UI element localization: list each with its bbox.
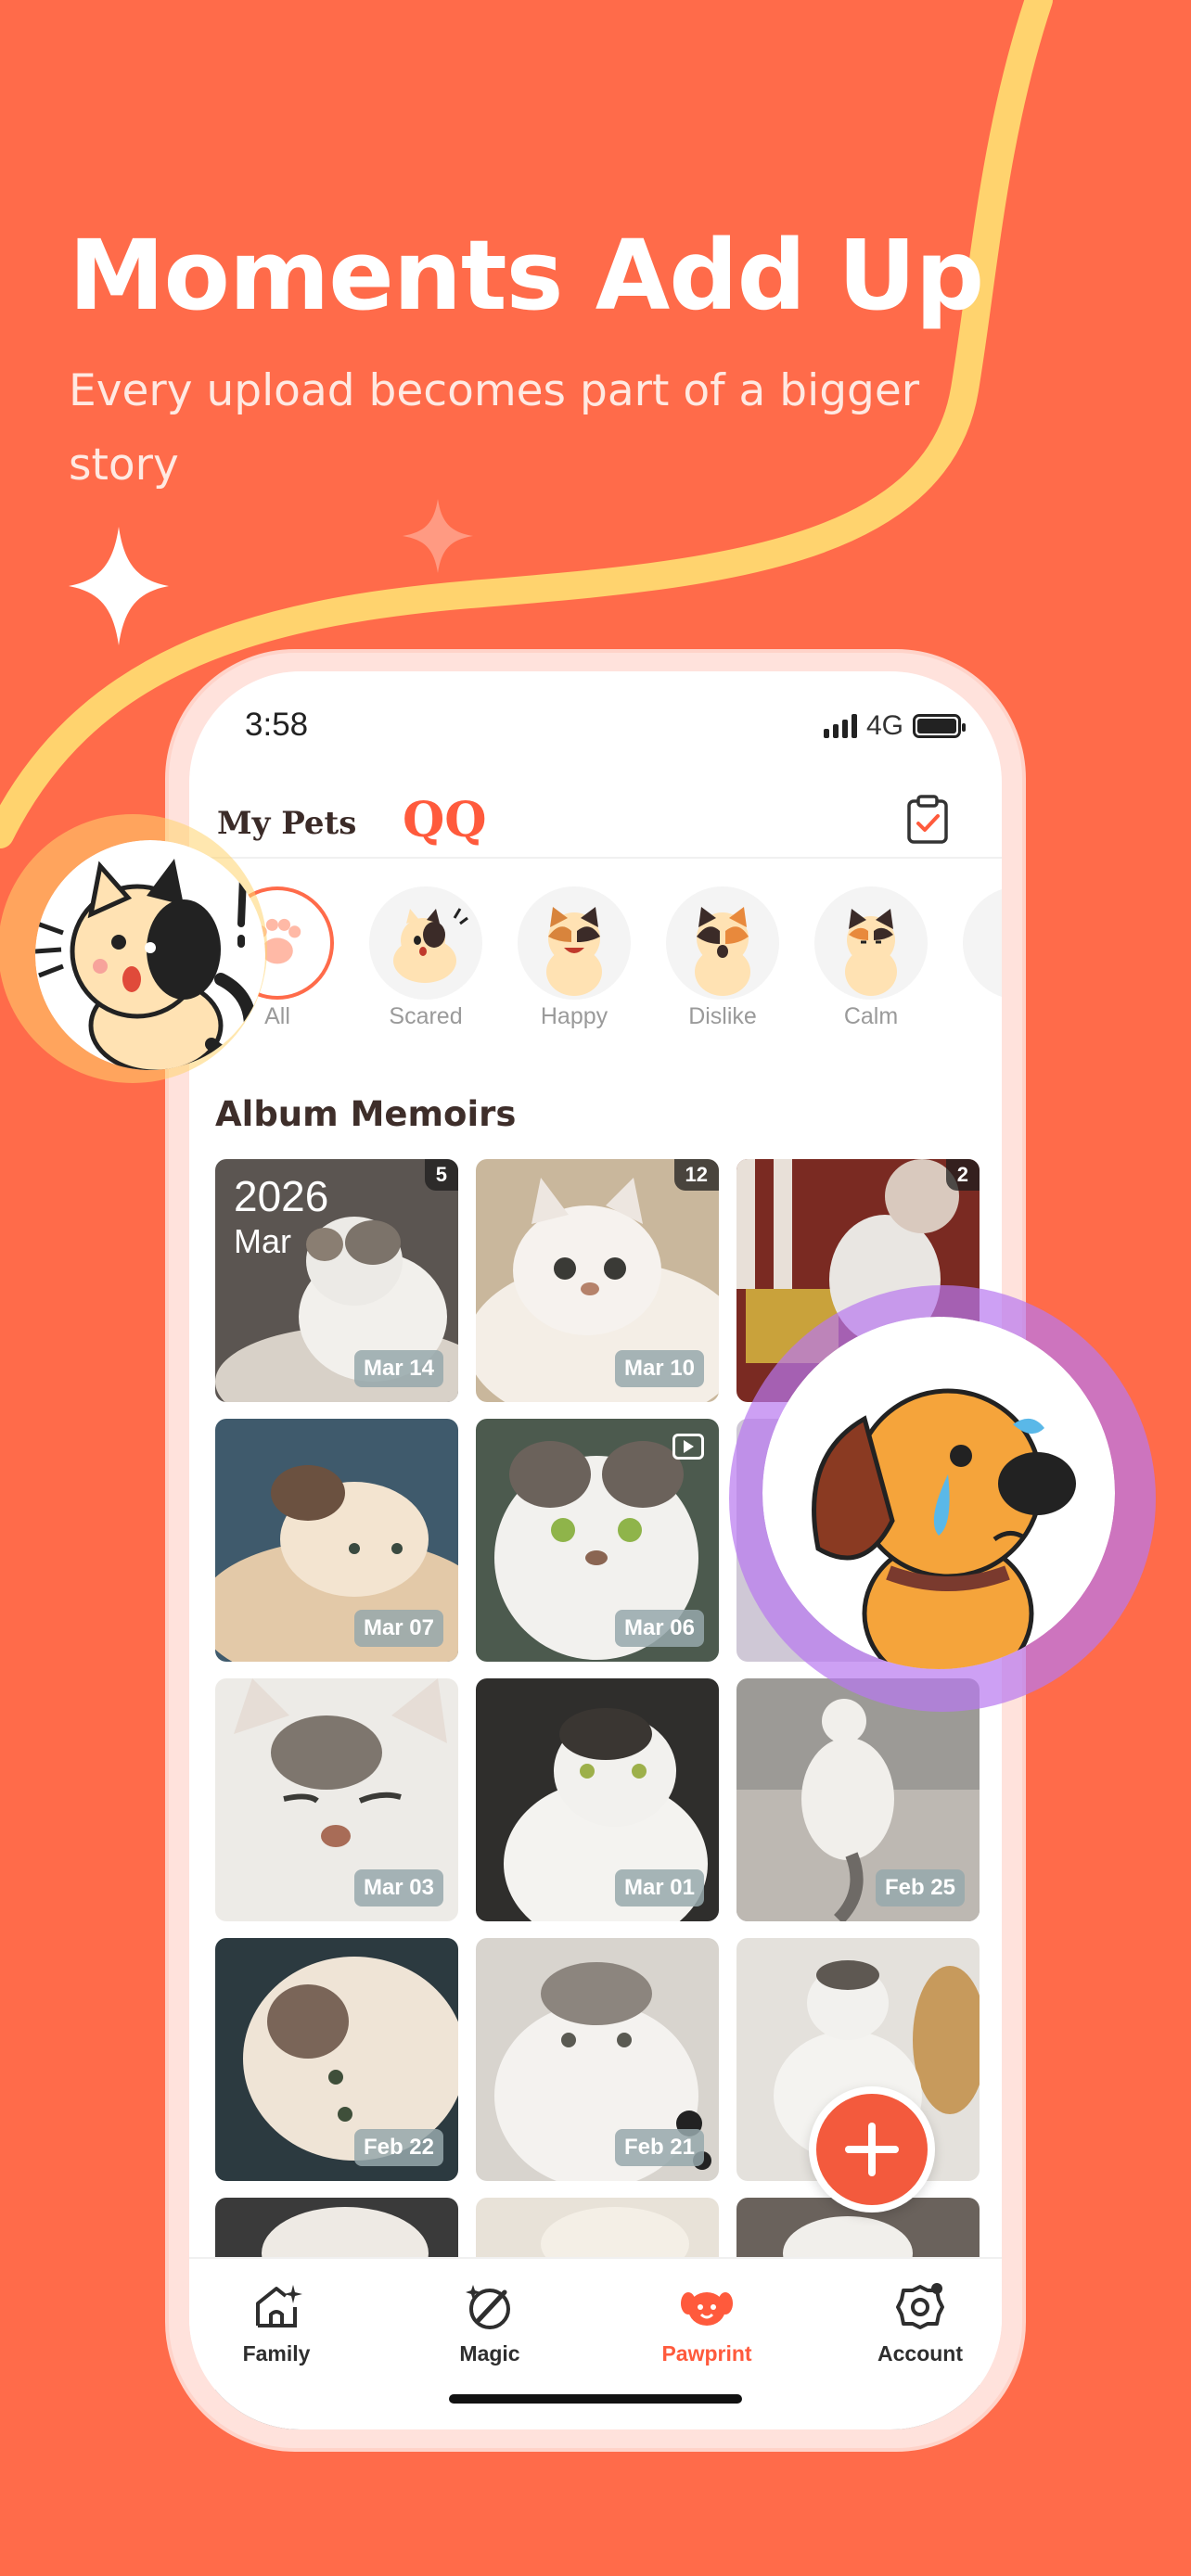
mood-avatar (814, 886, 928, 1000)
tab-label: Account (877, 2341, 963, 2366)
album-month: Mar (234, 1222, 291, 1260)
home-sparkle-icon (256, 2285, 302, 2327)
mood-filter-row: All Scared Happy Dislike Calm (189, 886, 1002, 1044)
tab-pawprint[interactable]: Pawprint (633, 2279, 781, 2366)
mood-filter-more[interactable] (959, 886, 1002, 1000)
mood-avatar (963, 886, 1002, 1000)
tab-bar: Family Magic Pawprint Account (189, 2257, 1002, 2429)
date-badge: Feb 21 (614, 2129, 704, 2166)
pets-header: My Pets QQ (217, 792, 974, 857)
tab-label: Magic (459, 2341, 520, 2366)
album-year: 2026 (234, 1172, 329, 1220)
mood-avatar (369, 886, 482, 1000)
tab-family[interactable]: Family (202, 2279, 351, 2366)
date-badge: Feb 25 (875, 1869, 965, 1906)
album-tile[interactable]: Mar 03 (215, 1678, 458, 1921)
header-divider (189, 857, 1002, 859)
calm-cat-icon (845, 909, 897, 996)
hero-subtitle: Every upload becomes part of a bigger st… (69, 365, 920, 491)
date-badge: Feb 22 (353, 2129, 443, 2166)
signal-icon (823, 714, 857, 738)
video-icon (672, 1434, 704, 1460)
status-indicators: 4G (823, 710, 966, 742)
album-tile[interactable]: Mar 06 (476, 1419, 719, 1662)
magic-wand-icon (466, 2285, 510, 2329)
status-time: 3:58 (245, 707, 309, 743)
date-badge: Mar 07 (353, 1610, 443, 1647)
date-badge: Mar 14 (353, 1350, 443, 1387)
happy-cat-icon (546, 907, 602, 996)
dislike-cat-icon (695, 907, 750, 996)
mood-filter-calm[interactable]: Calm (811, 886, 931, 1030)
clipboard-check-icon[interactable] (905, 794, 950, 846)
photo-count-badge: 12 (673, 1159, 719, 1191)
hero-title: Moments Add Up (69, 219, 984, 332)
my-pets-label: My Pets (217, 805, 357, 842)
battery-icon (913, 714, 966, 738)
pet-name-selector[interactable]: QQ (403, 792, 487, 848)
album-tile[interactable]: Feb 21 (476, 1938, 719, 2181)
tab-label: Family (242, 2341, 311, 2366)
account-gear-icon (896, 2283, 944, 2329)
mood-label: Calm (843, 1003, 899, 1029)
date-badge: Mar 01 (614, 1869, 704, 1906)
scared-cat-sticker (35, 840, 265, 1070)
album-tile[interactable]: Feb 22 (215, 1938, 458, 2181)
photo-count-badge: 5 (424, 1159, 458, 1191)
date-badge: Mar 06 (614, 1610, 704, 1647)
home-indicator (449, 2394, 742, 2404)
album-tile[interactable]: Feb 25 (736, 1678, 980, 1921)
crying-dog-sticker (762, 1317, 1115, 1669)
mood-filter-happy[interactable]: Happy (514, 886, 634, 1030)
tab-label: Pawprint (661, 2341, 752, 2366)
mood-filter-dislike[interactable]: Dislike (662, 886, 783, 1030)
album-tile[interactable]: Mar 01 (476, 1678, 719, 1921)
mood-label: Happy (540, 1003, 608, 1029)
sparkle-small-icon (403, 499, 473, 573)
mood-label: Dislike (688, 1003, 757, 1029)
album-tile[interactable]: 2026 Mar 5 Mar 14 (215, 1159, 458, 1402)
add-photo-button[interactable] (809, 2086, 935, 2213)
date-badge: Mar 03 (353, 1869, 443, 1906)
mood-avatar (518, 886, 631, 1000)
date-badge: Mar 10 (614, 1350, 704, 1387)
album-title: Album Memoirs (215, 1094, 517, 1134)
album-tile[interactable]: Mar 07 (215, 1419, 458, 1662)
tab-account[interactable]: Account (846, 2279, 994, 2366)
tab-magic[interactable]: Magic (416, 2279, 564, 2366)
sparkle-large-icon (69, 527, 169, 645)
mood-avatar (666, 886, 779, 1000)
scared-cat-icon (393, 908, 468, 983)
network-label: 4G (865, 710, 903, 741)
photo-count-badge: 2 (945, 1159, 980, 1191)
mood-label: Scared (389, 1003, 463, 1029)
album-tile[interactable]: 12 Mar 10 (476, 1159, 719, 1402)
mood-filter-scared[interactable]: Scared (365, 886, 486, 1030)
dog-face-icon (681, 2292, 733, 2326)
